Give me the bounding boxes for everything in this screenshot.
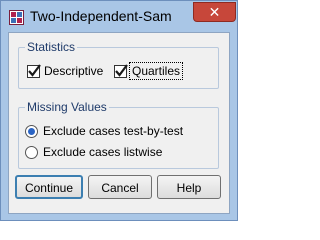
statistics-legend: Statistics [25, 40, 78, 54]
quartiles-checkbox[interactable]: Quartiles [114, 62, 184, 80]
descriptive-checkbox[interactable]: Descriptive [27, 63, 103, 79]
radio-listwise[interactable]: Exclude cases listwise [25, 144, 162, 160]
continue-button[interactable]: Continue [15, 175, 83, 199]
radio-test-by-test[interactable]: Exclude cases test-by-test [25, 123, 183, 139]
title-bar[interactable]: Two-Independent-Sam ✕ [1, 1, 237, 32]
descriptive-check-icon [27, 63, 41, 78]
descriptive-label: Descriptive [44, 64, 104, 78]
missing-values-legend: Missing Values [25, 100, 109, 114]
statistics-group: Statistics Descriptive Quartiles [18, 40, 219, 89]
close-button[interactable]: ✕ [193, 2, 236, 22]
close-icon: ✕ [208, 4, 221, 20]
help-button[interactable]: Help [157, 175, 221, 199]
cancel-button[interactable]: Cancel [88, 175, 152, 199]
window-title: Two-Independent-Sam [30, 8, 172, 24]
quartiles-label: Quartiles [128, 62, 184, 80]
radio-listwise-label: Exclude cases listwise [43, 145, 163, 159]
dialog-window: Two-Independent-Sam ✕ Statistics Descrip… [0, 0, 238, 221]
radio-selected-icon [25, 124, 38, 138]
radio-test-by-test-label: Exclude cases test-by-test [43, 124, 184, 138]
missing-values-group: Missing Values Exclude cases test-by-tes… [18, 100, 219, 169]
quartiles-check-icon [114, 63, 128, 78]
radio-unselected-icon [25, 145, 38, 159]
spss-app-icon [9, 10, 24, 25]
